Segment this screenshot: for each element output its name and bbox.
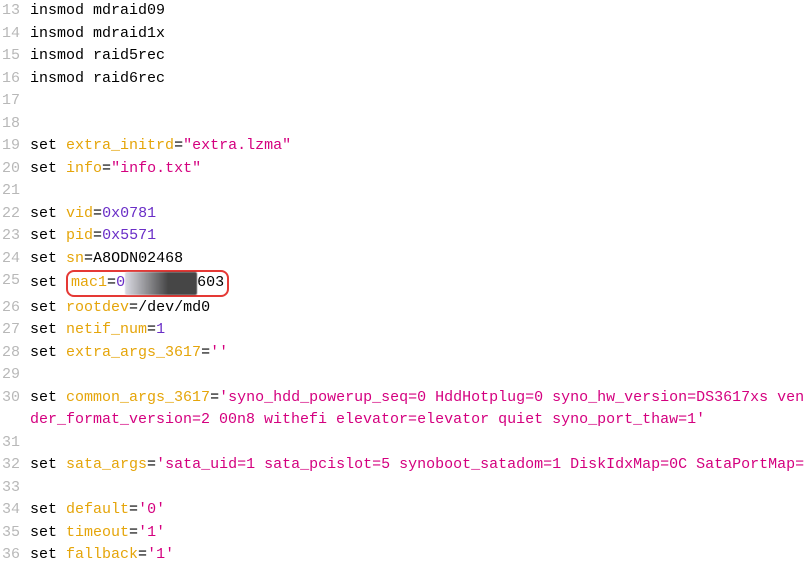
code-line: 33 bbox=[0, 477, 812, 500]
code-content: set vid=0x0781 bbox=[30, 203, 812, 226]
code-content: set common_args_3617='syno_hdd_powerup_s… bbox=[30, 387, 812, 432]
code-content: set default='0' bbox=[30, 499, 812, 522]
code-line: 20 set info="info.txt" bbox=[0, 158, 812, 181]
code-line: 35 set timeout='1' bbox=[0, 522, 812, 545]
line-number: 31 bbox=[0, 432, 30, 455]
line-number: 21 bbox=[0, 180, 30, 203]
code-content bbox=[30, 90, 812, 113]
code-content: set pid=0x5571 bbox=[30, 225, 812, 248]
line-number: 20 bbox=[0, 158, 30, 181]
code-content bbox=[30, 364, 812, 387]
code-content: set fallback='1' bbox=[30, 544, 812, 567]
line-number: 22 bbox=[0, 203, 30, 226]
code-content: set info="info.txt" bbox=[30, 158, 812, 181]
code-line: 26 set rootdev=/dev/md0 bbox=[0, 297, 812, 320]
code-line: 19 set extra_initrd="extra.lzma" bbox=[0, 135, 812, 158]
line-number: 13 bbox=[0, 0, 30, 23]
code-line: 29 bbox=[0, 364, 812, 387]
line-number: 27 bbox=[0, 319, 30, 342]
code-content: set netif_num=1 bbox=[30, 319, 812, 342]
code-content bbox=[30, 113, 812, 136]
code-line: 30 set common_args_3617='syno_hdd_poweru… bbox=[0, 387, 812, 432]
code-content bbox=[30, 477, 812, 500]
code-line: 15 insmod raid5rec bbox=[0, 45, 812, 68]
code-line: 25 set mac1=0XXXXXXXX603 bbox=[0, 270, 812, 297]
redacted-mac: XXXXXXXX bbox=[125, 272, 197, 295]
line-number: 29 bbox=[0, 364, 30, 387]
line-number: 14 bbox=[0, 23, 30, 46]
line-number: 32 bbox=[0, 454, 30, 477]
code-line: 32 set sata_args='sata_uid=1 sata_pcislo… bbox=[0, 454, 812, 477]
code-content: set sata_args='sata_uid=1 sata_pcislot=5… bbox=[30, 454, 812, 477]
code-content: set extra_args_3617='' bbox=[30, 342, 812, 365]
code-line: 13 insmod mdraid09 bbox=[0, 0, 812, 23]
code-line: 21 bbox=[0, 180, 812, 203]
line-number: 18 bbox=[0, 113, 30, 136]
code-line: 14 insmod mdraid1x bbox=[0, 23, 812, 46]
code-content bbox=[30, 432, 812, 455]
code-line: 17 bbox=[0, 90, 812, 113]
line-number: 28 bbox=[0, 342, 30, 365]
line-number: 36 bbox=[0, 544, 30, 567]
code-content bbox=[30, 180, 812, 203]
code-line: 36 set fallback='1' bbox=[0, 544, 812, 567]
line-number: 34 bbox=[0, 499, 30, 522]
code-content: insmod mdraid1x bbox=[30, 23, 812, 46]
line-number: 16 bbox=[0, 68, 30, 91]
code-line: 18 bbox=[0, 113, 812, 136]
code-line: 31 bbox=[0, 432, 812, 455]
line-number: 35 bbox=[0, 522, 30, 545]
line-number: 19 bbox=[0, 135, 30, 158]
line-number: 24 bbox=[0, 248, 30, 271]
code-content: set sn=A8ODN02468 bbox=[30, 248, 812, 271]
highlighted-mac-box: mac1=0XXXXXXXX603 bbox=[66, 270, 229, 297]
code-content: set timeout='1' bbox=[30, 522, 812, 545]
line-number: 25 bbox=[0, 270, 30, 293]
line-number: 33 bbox=[0, 477, 30, 500]
code-content: insmod mdraid09 bbox=[30, 0, 812, 23]
code-content: set rootdev=/dev/md0 bbox=[30, 297, 812, 320]
code-line: 28 set extra_args_3617='' bbox=[0, 342, 812, 365]
line-number: 17 bbox=[0, 90, 30, 113]
code-content: set mac1=0XXXXXXXX603 bbox=[30, 270, 812, 297]
code-line: 23 set pid=0x5571 bbox=[0, 225, 812, 248]
code-line: 27 set netif_num=1 bbox=[0, 319, 812, 342]
code-line: 16 insmod raid6rec bbox=[0, 68, 812, 91]
line-number: 30 bbox=[0, 387, 30, 410]
code-line: 24 set sn=A8ODN02468 bbox=[0, 248, 812, 271]
code-editor[interactable]: 13 insmod mdraid09 14 insmod mdraid1x 15… bbox=[0, 0, 812, 567]
line-number: 15 bbox=[0, 45, 30, 68]
code-line: 22 set vid=0x0781 bbox=[0, 203, 812, 226]
line-number: 23 bbox=[0, 225, 30, 248]
code-line: 34 set default='0' bbox=[0, 499, 812, 522]
line-number: 26 bbox=[0, 297, 30, 320]
code-content: insmod raid5rec bbox=[30, 45, 812, 68]
code-content: set extra_initrd="extra.lzma" bbox=[30, 135, 812, 158]
code-content: insmod raid6rec bbox=[30, 68, 812, 91]
